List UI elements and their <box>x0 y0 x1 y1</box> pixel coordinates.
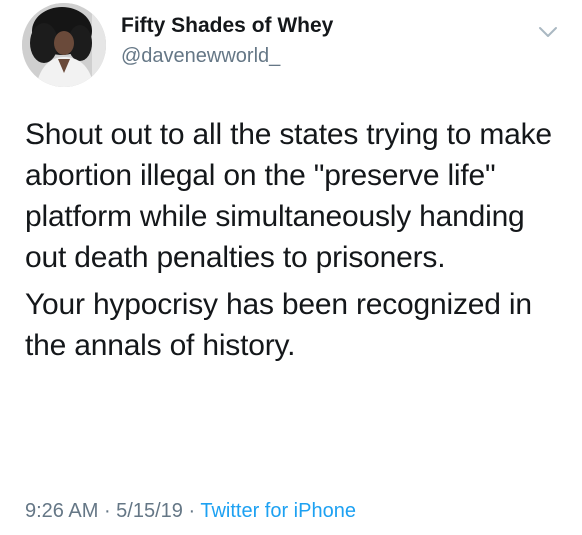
tweet-meta: 9:26 AM · 5/15/19 · Twitter for iPhone <box>25 500 356 523</box>
user-handle[interactable]: @davenewworld_ <box>121 45 280 68</box>
tweet-source-link[interactable]: Twitter for iPhone <box>200 500 356 522</box>
tweet-text: Shout out to all the states trying to ma… <box>25 114 570 366</box>
meta-separator: · <box>98 500 117 522</box>
display-name[interactable]: Fifty Shades of Whey <box>121 14 333 38</box>
tweet-paragraph: Shout out to all the states trying to ma… <box>25 118 552 274</box>
chevron-down-icon[interactable] <box>536 20 560 44</box>
avatar[interactable] <box>22 3 106 87</box>
meta-separator: · <box>182 500 201 522</box>
tweet-card: Fifty Shades of Whey @davenewworld_ Shou… <box>0 0 582 535</box>
tweet-paragraph: Your hypocrisy has been recognized in th… <box>25 288 532 362</box>
avatar-photo <box>22 3 106 87</box>
tweet-date: 5/15/19 <box>116 500 183 522</box>
tweet-time: 9:26 AM <box>25 500 99 522</box>
